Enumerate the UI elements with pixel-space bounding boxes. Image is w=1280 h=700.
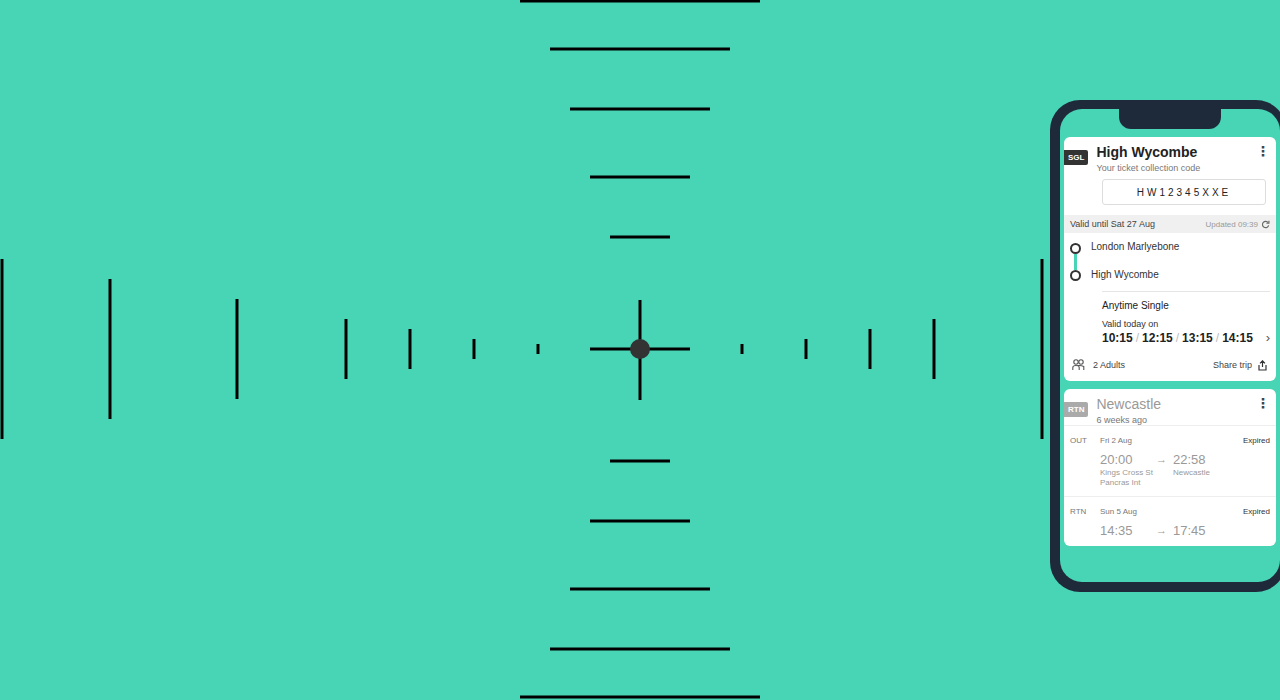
guide-line <box>610 236 670 239</box>
updated-info[interactable]: Updated 09:39 <box>1206 220 1271 229</box>
guide-line <box>869 329 872 369</box>
leg-date: Fri 2 Aug <box>1100 436 1132 445</box>
guide-line <box>933 319 936 379</box>
leg-header: Fri 2 Aug Expired <box>1100 436 1270 445</box>
stop-marker <box>1070 243 1081 254</box>
phone-screen: SGL High Wycombe Your ticket collection co… <box>1060 109 1280 582</box>
share-button[interactable]: Share trip <box>1213 360 1268 371</box>
menu-button[interactable]: ⋮ <box>1256 144 1270 158</box>
stop-marker <box>1070 270 1081 281</box>
guide-line <box>590 176 690 179</box>
arrive-time: 22:58 <box>1173 452 1241 467</box>
arrive-station: Newcastle <box>1173 468 1241 478</box>
leg-times: 14:35→17:45 <box>1100 523 1270 538</box>
departure-time: 14:15 <box>1222 331 1253 345</box>
depart-station: Kings Cross St Pancras Int <box>1100 468 1168 488</box>
valid-until: Valid until Sat 27 Aug <box>1070 219 1155 229</box>
leg-label: RTN <box>1070 507 1100 538</box>
ticket-heading: High Wycombe Your ticket collection code <box>1096 144 1248 173</box>
ticket-header: RTN Newcastle 6 weeks ago ⋮ <box>1064 389 1276 425</box>
guide-line <box>345 319 348 379</box>
menu-button[interactable]: ⋮ <box>1256 396 1270 410</box>
guide-line <box>236 299 239 399</box>
journey-leg: RTNSun 5 AugExpired14:35→17:45 <box>1064 496 1276 546</box>
leg-label: OUT <box>1070 436 1100 488</box>
time-separator: / <box>1136 331 1139 345</box>
collection-code: HW12345XXE <box>1102 179 1266 205</box>
guide-line <box>741 344 744 354</box>
guide-line <box>805 339 808 359</box>
active-ticket-card[interactable]: SGL High Wycombe Your ticket collection co… <box>1064 137 1276 381</box>
ticket-badge: RTN <box>1064 402 1088 417</box>
stop-names: London Marlyebone High Wycombe <box>1091 241 1179 281</box>
time-separator: / <box>1216 331 1219 345</box>
valid-label: Valid today on <box>1064 311 1276 329</box>
leg-times: 20:00Kings Cross St Pancras Int→22:58New… <box>1100 452 1270 488</box>
ticket-title: High Wycombe <box>1096 144 1248 161</box>
guide-line <box>570 588 710 591</box>
guide-line <box>550 48 730 51</box>
share-icon <box>1257 360 1268 371</box>
departure-time: 13:15 <box>1182 331 1213 345</box>
leg-status: Expired <box>1243 436 1270 445</box>
leg-status: Expired <box>1243 507 1270 516</box>
arrow-icon: → <box>1156 523 1167 536</box>
arrive-time: 17:45 <box>1173 523 1241 538</box>
route-connector <box>1074 254 1077 270</box>
stop-name: London Marlyebone <box>1091 241 1179 252</box>
arrow-icon: → <box>1156 452 1167 465</box>
refresh-icon <box>1261 220 1270 229</box>
updated-time: Updated 09:39 <box>1206 220 1259 229</box>
departure-times[interactable]: 10:15/12:15/13:15/14:15› <box>1064 329 1276 345</box>
ticket-title: Newcastle <box>1096 396 1248 413</box>
ticket-subtitle: Your ticket collection code <box>1096 163 1248 173</box>
passengers: 2 Adults <box>1093 360 1125 370</box>
guide-line <box>590 520 690 523</box>
guide-line <box>409 329 412 369</box>
guide-line <box>1 259 4 439</box>
past-ticket-card[interactable]: RTN Newcastle 6 weeks ago ⋮ OUTFri 2 Aug Expi… <box>1064 389 1276 546</box>
chevron-icon[interactable]: › <box>1266 330 1270 345</box>
guide-line <box>1041 259 1044 439</box>
leg-details: Sun 5 AugExpired14:35→17:45 <box>1100 507 1270 538</box>
guide-line <box>550 648 730 651</box>
guide-line <box>537 344 540 354</box>
ticket-heading: Newcastle 6 weeks ago <box>1096 396 1248 425</box>
ticket-type: Anytime Single <box>1064 292 1276 311</box>
journey-leg: OUTFri 2 AugExpired20:00Kings Cross St P… <box>1064 425 1276 496</box>
departure-time: 10:15 <box>1102 331 1133 345</box>
leg-details: Fri 2 AugExpired20:00Kings Cross St Panc… <box>1100 436 1270 488</box>
guide-line <box>109 279 112 419</box>
phone-notch <box>1119 109 1221 129</box>
time-separator: / <box>1176 331 1179 345</box>
ticket-header: SGL High Wycombe Your ticket collection co… <box>1064 137 1276 173</box>
route-stops: London Marlyebone High Wycombe <box>1064 233 1276 281</box>
ticket-footer: 2 Adults Share trip <box>1064 345 1276 381</box>
guide-line <box>520 696 760 699</box>
leg-date: Sun 5 Aug <box>1100 507 1137 516</box>
phone: SGL High Wycombe Your ticket collection co… <box>1050 100 1280 592</box>
validity-strip: Valid until Sat 27 Aug Updated 09:39 <box>1064 215 1276 233</box>
passengers-icon <box>1072 359 1085 371</box>
share-label: Share trip <box>1213 360 1252 370</box>
arrival: 17:45 <box>1173 523 1241 538</box>
guide-line <box>610 460 670 463</box>
guide-line <box>473 339 476 359</box>
ticket-subtitle: 6 weeks ago <box>1096 415 1248 425</box>
departure-time: 12:15 <box>1142 331 1173 345</box>
center-dot <box>630 339 650 359</box>
ticket-badge: SGL <box>1064 150 1088 165</box>
guide-line <box>570 108 710 111</box>
guide-line <box>520 0 760 3</box>
leg-header: Sun 5 Aug Expired <box>1100 507 1270 516</box>
stop-name: High Wycombe <box>1091 269 1179 280</box>
route-line <box>1070 241 1081 281</box>
divider <box>1102 291 1270 292</box>
arrival: 22:58Newcastle <box>1173 452 1241 478</box>
